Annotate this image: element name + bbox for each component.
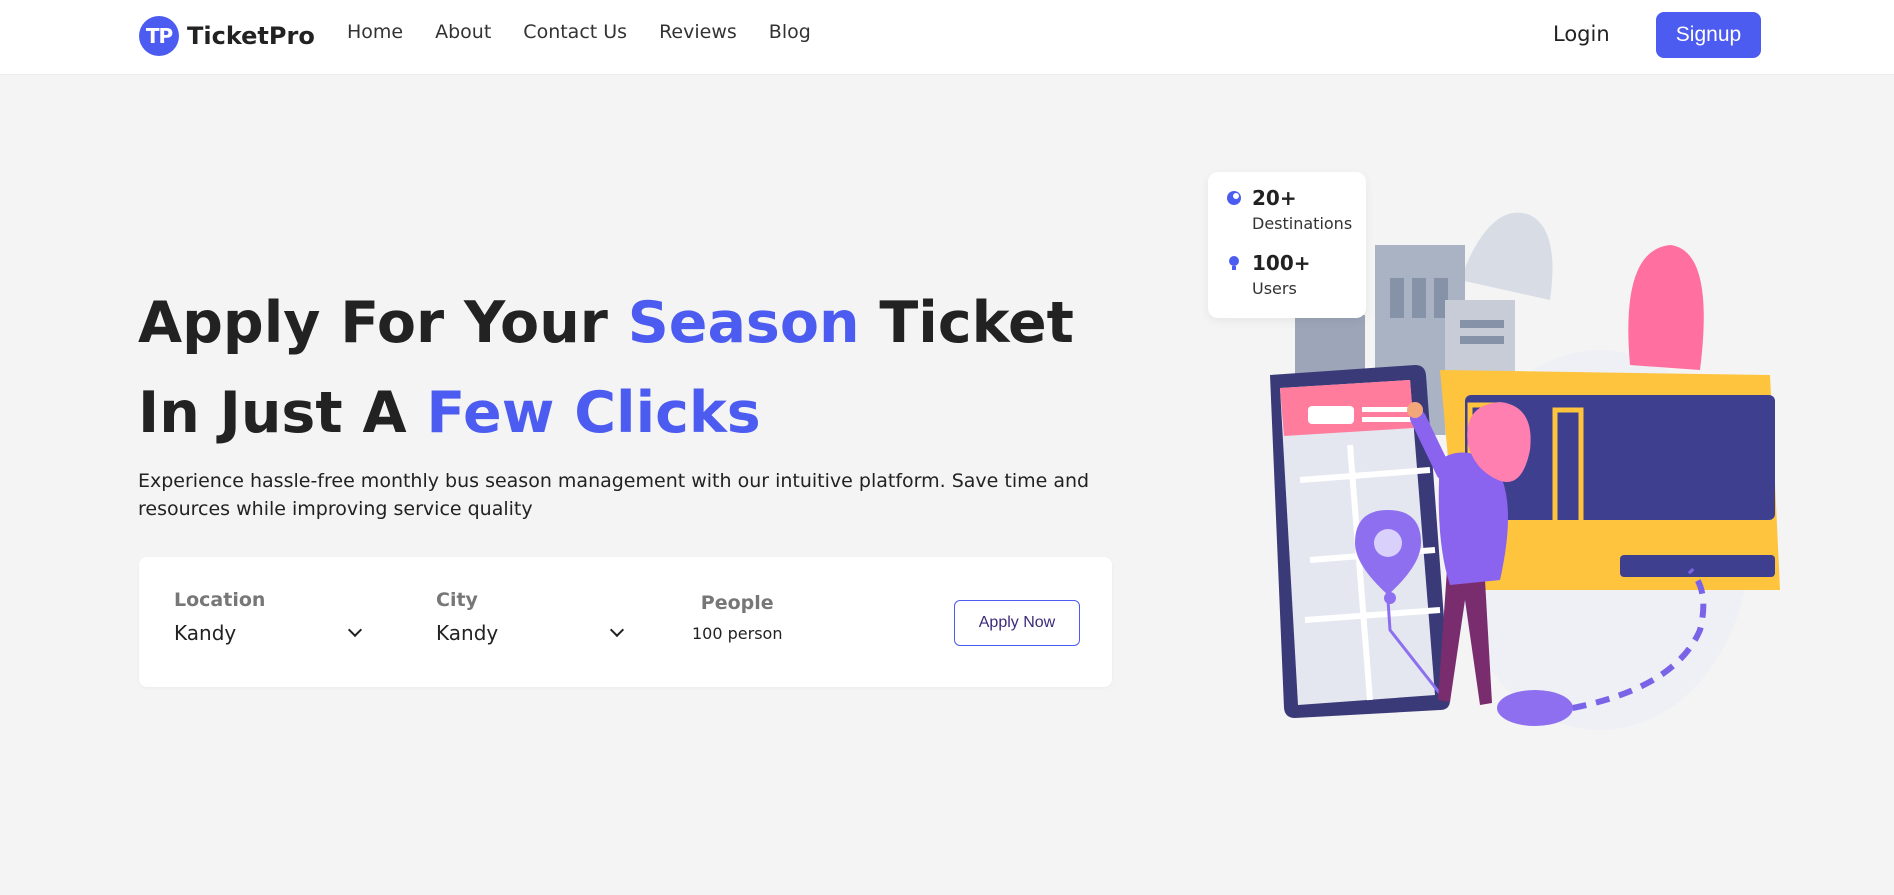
hero-title-accent-1: Season <box>627 290 860 356</box>
location-field: Location Kandy <box>174 589 364 645</box>
route-dot <box>1384 592 1396 604</box>
person-hand <box>1407 402 1423 418</box>
nav-link-reviews[interactable]: Reviews <box>659 21 737 43</box>
city-label: City <box>436 589 478 611</box>
city-value: Kandy <box>436 621 499 645</box>
stat-value: 100+ <box>1252 251 1311 275</box>
stats-card: 20+ Destinations 100+ Users <box>1208 172 1366 318</box>
nav-link-home[interactable]: Home <box>347 21 403 43</box>
bus-icon <box>1308 406 1354 424</box>
people-label: People <box>700 592 774 614</box>
bus-bumper <box>1620 555 1775 577</box>
stat-value: 20+ <box>1252 186 1297 210</box>
signup-button[interactable]: Signup <box>1656 12 1761 58</box>
nav-links: Home About Contact Us Reviews Blog <box>347 21 811 43</box>
top-navbar: TP TicketPro Home About Contact Us Revie… <box>0 0 1894 75</box>
destination-marker <box>1497 690 1573 726</box>
pink-tree <box>1628 245 1704 370</box>
chevron-down-icon <box>347 622 363 638</box>
stat-users: 100+ Users <box>1226 251 1311 298</box>
map-pin-center <box>1374 529 1402 557</box>
nav-link-blog[interactable]: Blog <box>769 21 811 43</box>
city-field: City Kandy <box>436 589 626 645</box>
apply-now-button[interactable]: Apply Now <box>954 600 1080 646</box>
building-window <box>1460 320 1504 328</box>
stat-label: Destinations <box>1252 214 1353 233</box>
location-value: Kandy <box>174 621 237 645</box>
brand-name: TicketPro <box>187 22 315 50</box>
stat-label: Users <box>1252 279 1297 298</box>
hero-title: Apply For Your Season Ticket In Just A F… <box>138 278 1138 458</box>
logo-mark: TP <box>139 16 179 56</box>
hero-title-part-1: Apply For Your <box>138 290 628 356</box>
nav-link-about[interactable]: About <box>435 21 491 43</box>
hero-title-accent-2: Few Clicks <box>426 380 761 446</box>
people-value[interactable]: 100 person <box>692 624 782 643</box>
building-window <box>1412 278 1426 318</box>
location-select[interactable]: Kandy <box>174 621 364 645</box>
globe-icon <box>1227 191 1241 205</box>
nav-link-contact[interactable]: Contact Us <box>523 21 627 43</box>
people-field: People 100 person <box>692 592 782 643</box>
hero-description: Experience hassle-free monthly bus seaso… <box>138 470 1090 520</box>
brand-logo[interactable]: TP TicketPro <box>139 16 315 56</box>
user-icon <box>1229 256 1239 270</box>
login-link[interactable]: Login <box>1553 22 1610 46</box>
building-window <box>1390 278 1404 318</box>
stat-destinations: 20+ Destinations <box>1226 186 1352 233</box>
phone-header-line <box>1362 417 1417 422</box>
building-window <box>1460 336 1504 344</box>
location-label: Location <box>174 589 266 611</box>
season-search-form: Location Kandy City Kandy People 100 per… <box>139 557 1112 687</box>
city-select[interactable]: Kandy <box>436 621 626 645</box>
chevron-down-icon <box>609 622 625 638</box>
background-blob <box>1460 212 1553 300</box>
